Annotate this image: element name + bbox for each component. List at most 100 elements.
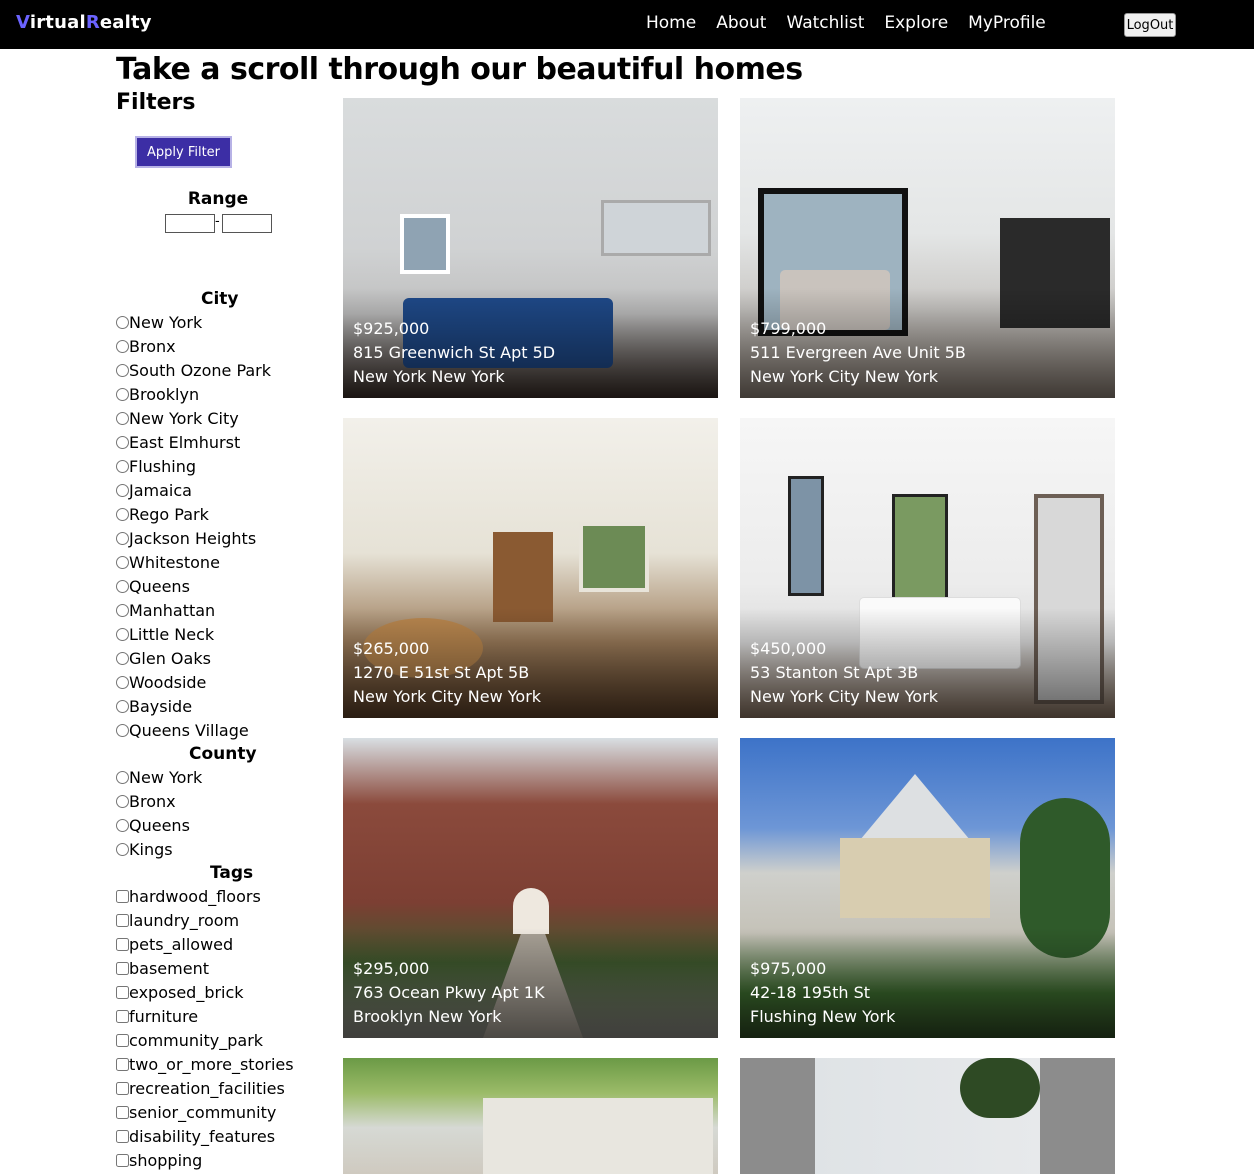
nav-link-home[interactable]: Home [646, 13, 696, 33]
city-radio[interactable] [116, 723, 129, 737]
nav-link-about[interactable]: About [716, 13, 766, 33]
county-radio[interactable] [116, 770, 129, 784]
city-option[interactable]: Woodside [116, 670, 271, 694]
city-radio[interactable] [116, 651, 129, 665]
apply-filter-button[interactable]: Apply Filter [135, 136, 232, 168]
tag-option[interactable]: community_park [116, 1028, 294, 1052]
city-option[interactable]: Brooklyn [116, 382, 271, 406]
city-radio[interactable] [116, 411, 129, 425]
county-option[interactable]: Queens [116, 813, 202, 837]
city-option[interactable]: Bronx [116, 334, 271, 358]
tag-checkbox[interactable] [116, 1081, 129, 1095]
county-option[interactable]: Kings [116, 837, 202, 861]
listing-card[interactable] [343, 1058, 718, 1174]
city-radio[interactable] [116, 531, 129, 545]
listing-card[interactable]: $450,000 53 Stanton St Apt 3B New York C… [740, 418, 1115, 718]
tag-option-label: pets_allowed [129, 934, 234, 954]
city-option[interactable]: Little Neck [116, 622, 271, 646]
range-max-input[interactable] [222, 214, 272, 233]
city-option-label: Whitestone [129, 552, 220, 572]
city-option[interactable]: New York [116, 310, 271, 334]
listing-price: $450,000 [750, 639, 827, 658]
listing-card[interactable]: $975,000 42-18 195th St Flushing New Yor… [740, 738, 1115, 1038]
city-radio[interactable] [116, 675, 129, 689]
city-option-label: Glen Oaks [129, 648, 211, 668]
city-radio[interactable] [116, 627, 129, 641]
county-radio[interactable] [116, 842, 129, 856]
city-option[interactable]: Jackson Heights [116, 526, 271, 550]
listing-address: 53 Stanton St Apt 3B [750, 663, 919, 682]
tag-option[interactable]: basement [116, 956, 294, 980]
tag-checkbox[interactable] [116, 1009, 129, 1023]
tag-option[interactable]: furniture [116, 1004, 294, 1028]
county-option-label: New York [129, 767, 203, 787]
tag-options: hardwood_floors laundry_room pets_allowe… [116, 884, 294, 1172]
range-title: Range [187, 189, 249, 209]
tag-checkbox[interactable] [116, 1057, 129, 1071]
range-separator: - [215, 214, 220, 229]
listing-card[interactable]: $799,000 511 Evergreen Ave Unit 5B New Y… [740, 98, 1115, 398]
tag-checkbox[interactable] [116, 985, 129, 999]
county-radio[interactable] [116, 794, 129, 808]
tag-checkbox[interactable] [116, 937, 129, 951]
city-option[interactable]: New York City [116, 406, 271, 430]
site-logo[interactable]: VirtualRealty [16, 12, 152, 33]
listing-card[interactable] [740, 1058, 1115, 1174]
logout-button[interactable]: LogOut [1124, 13, 1176, 37]
city-option[interactable]: Queens [116, 574, 271, 598]
city-radio[interactable] [116, 603, 129, 617]
listing-card[interactable]: $295,000 763 Ocean Pkwy Apt 1K Brooklyn … [343, 738, 718, 1038]
nav-link-watchlist[interactable]: Watchlist [786, 13, 864, 33]
city-option[interactable]: Bayside [116, 694, 271, 718]
city-radio[interactable] [116, 579, 129, 593]
city-radio[interactable] [116, 387, 129, 401]
city-radio[interactable] [116, 699, 129, 713]
city-option-label: Queens [129, 576, 190, 596]
city-option[interactable]: Rego Park [116, 502, 271, 526]
tag-option[interactable]: two_or_more_stories [116, 1052, 294, 1076]
city-option-label: Queens Village [129, 720, 249, 740]
tag-checkbox[interactable] [116, 1153, 129, 1167]
range-min-input[interactable] [165, 214, 215, 233]
city-option[interactable]: Glen Oaks [116, 646, 271, 670]
county-option[interactable]: New York [116, 765, 202, 789]
city-option[interactable]: Queens Village [116, 718, 271, 742]
city-radio[interactable] [116, 555, 129, 569]
tag-option[interactable]: hardwood_floors [116, 884, 294, 908]
city-radio[interactable] [116, 483, 129, 497]
city-radio[interactable] [116, 339, 129, 353]
city-radio[interactable] [116, 435, 129, 449]
city-radio[interactable] [116, 459, 129, 473]
tag-option[interactable]: senior_community [116, 1100, 294, 1124]
nav-link-myprofile[interactable]: MyProfile [968, 13, 1046, 33]
city-option[interactable]: Flushing [116, 454, 271, 478]
nav-link-explore[interactable]: Explore [884, 13, 948, 33]
tag-checkbox[interactable] [116, 889, 129, 903]
city-option[interactable]: East Elmhurst [116, 430, 271, 454]
city-option[interactable]: South Ozone Park [116, 358, 271, 382]
county-option[interactable]: Bronx [116, 789, 202, 813]
tag-checkbox[interactable] [116, 1129, 129, 1143]
city-option[interactable]: Whitestone [116, 550, 271, 574]
tag-checkbox[interactable] [116, 913, 129, 927]
tag-checkbox[interactable] [116, 1033, 129, 1047]
city-radio[interactable] [116, 315, 129, 329]
listing-card[interactable]: $925,000 815 Greenwich St Apt 5D New Yor… [343, 98, 718, 398]
county-radio[interactable] [116, 818, 129, 832]
tag-option-label: senior_community [129, 1102, 277, 1122]
city-radio[interactable] [116, 507, 129, 521]
tag-checkbox[interactable] [116, 961, 129, 975]
city-radio[interactable] [116, 363, 129, 377]
listing-price: $265,000 [353, 639, 430, 658]
tag-option[interactable]: pets_allowed [116, 932, 294, 956]
card-info: $265,000 1270 E 51st St Apt 5B New York … [353, 637, 541, 709]
tag-option[interactable]: laundry_room [116, 908, 294, 932]
tag-option[interactable]: shopping [116, 1148, 294, 1172]
city-option[interactable]: Jamaica [116, 478, 271, 502]
tag-option[interactable]: disability_features [116, 1124, 294, 1148]
tag-checkbox[interactable] [116, 1105, 129, 1119]
tag-option[interactable]: exposed_brick [116, 980, 294, 1004]
tag-option[interactable]: recreation_facilities [116, 1076, 294, 1100]
listing-card[interactable]: $265,000 1270 E 51st St Apt 5B New York … [343, 418, 718, 718]
city-option[interactable]: Manhattan [116, 598, 271, 622]
